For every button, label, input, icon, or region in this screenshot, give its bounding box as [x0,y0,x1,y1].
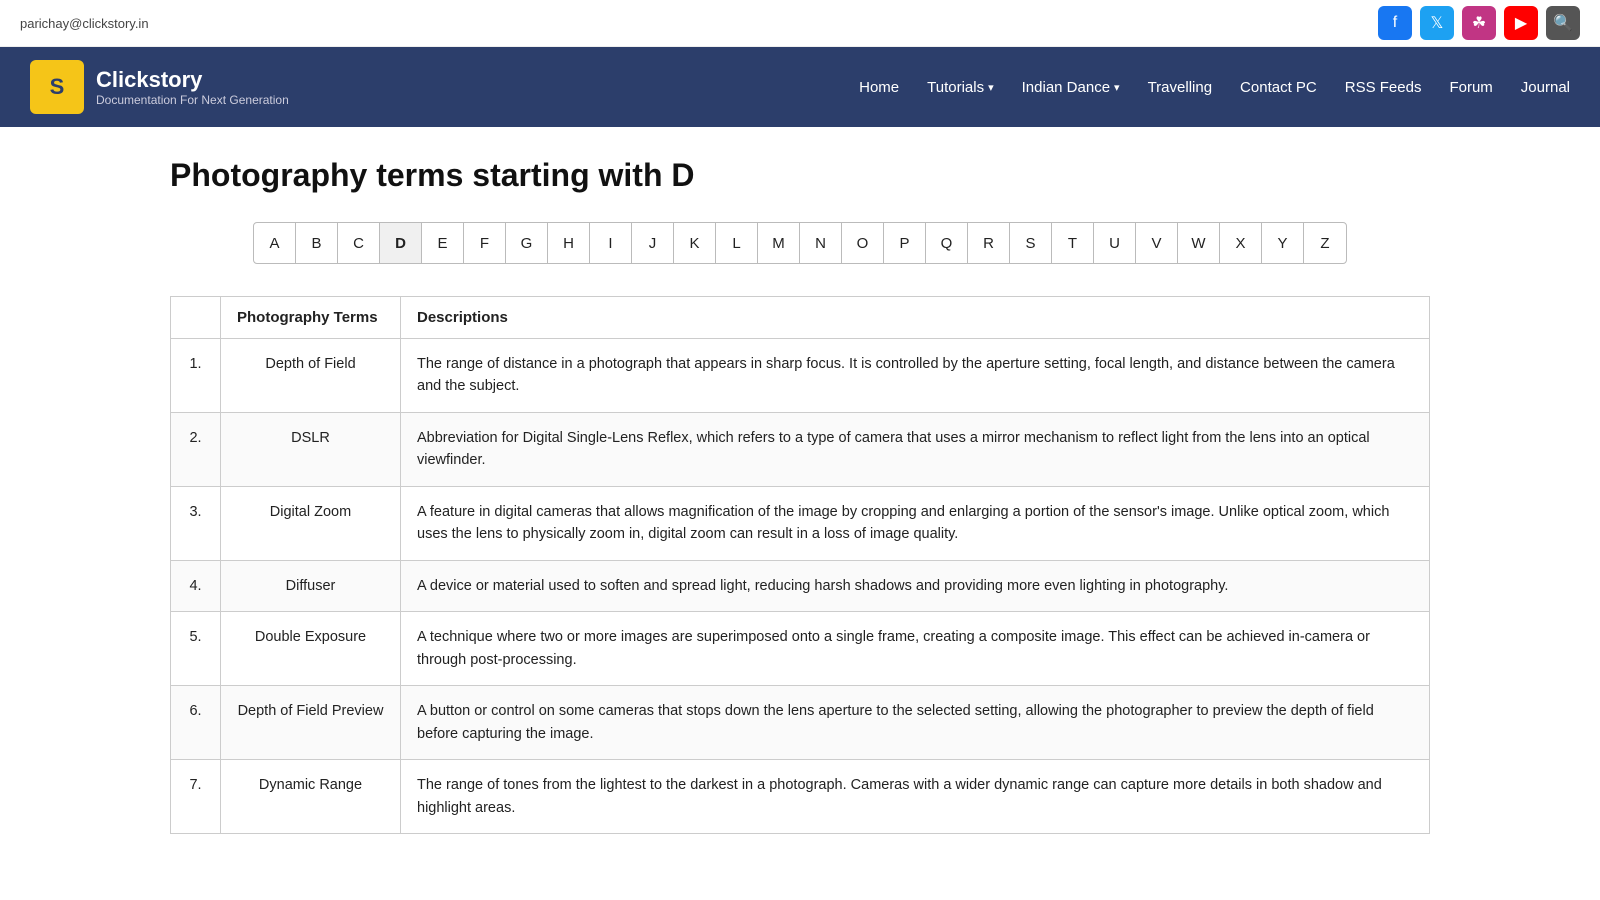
alpha-link-p[interactable]: P [884,223,926,263]
table-row: 1. Depth of Field The range of distance … [171,339,1430,413]
photography-term: Dynamic Range [221,760,401,834]
alpha-link-x[interactable]: X [1220,223,1262,263]
alpha-link-s[interactable]: S [1010,223,1052,263]
alpha-link-v[interactable]: V [1136,223,1178,263]
photography-term: Double Exposure [221,612,401,686]
table-row: 7. Dynamic Range The range of tones from… [171,760,1430,834]
email-address: parichay@clickstory.in [20,16,149,31]
alpha-link-e[interactable]: E [422,223,464,263]
alpha-link-a[interactable]: A [254,223,296,263]
col-number [171,297,221,339]
col-terms: Photography Terms [221,297,401,339]
photography-term: Digital Zoom [221,486,401,560]
photography-term: Depth of Field Preview [221,686,401,760]
term-description: A feature in digital cameras that allows… [401,486,1430,560]
table-row: 6. Depth of Field Preview A button or co… [171,686,1430,760]
alpha-link-z[interactable]: Z [1304,223,1346,263]
term-description: The range of distance in a photograph th… [401,339,1430,413]
svg-text:S: S [50,74,65,99]
alpha-link-t[interactable]: T [1052,223,1094,263]
alpha-link-y[interactable]: Y [1262,223,1304,263]
nav-item-rss[interactable]: RSS Feeds [1345,79,1422,96]
photography-term: Diffuser [221,560,401,611]
site-subtitle: Documentation For Next Generation [96,93,289,107]
nav-header: S Clickstory Documentation For Next Gene… [0,47,1600,127]
logo-box: S [30,60,84,114]
alpha-link-i[interactable]: I [590,223,632,263]
youtube-icon[interactable]: ▶ [1504,6,1538,40]
alphabet-nav: ABCDEFGHIJKLMNOPQRSTUVWXYZ [253,222,1347,264]
alpha-link-k[interactable]: K [674,223,716,263]
alpha-link-n[interactable]: N [800,223,842,263]
photography-term: Depth of Field [221,339,401,413]
table-row: 5. Double Exposure A technique where two… [171,612,1430,686]
page-title: Photography terms starting with D [170,157,1430,194]
logo-link[interactable]: S Clickstory Documentation For Next Gene… [30,60,289,114]
alpha-link-o[interactable]: O [842,223,884,263]
table-row: 3. Digital Zoom A feature in digital cam… [171,486,1430,560]
social-icons-group: f 𝕏 ☘ ▶ 🔍 [1378,6,1580,40]
alpha-link-f[interactable]: F [464,223,506,263]
alpha-link-r[interactable]: R [968,223,1010,263]
row-number: 1. [171,339,221,413]
alpha-link-m[interactable]: M [758,223,800,263]
row-number: 6. [171,686,221,760]
term-description: A technique where two or more images are… [401,612,1430,686]
table-row: 4. Diffuser A device or material used to… [171,560,1430,611]
chevron-down-icon: ▾ [1114,81,1120,94]
term-description: Abbreviation for Digital Single-Lens Ref… [401,412,1430,486]
alpha-link-b[interactable]: B [296,223,338,263]
alpha-link-d[interactable]: D [380,223,422,263]
search-icon[interactable]: 🔍 [1546,6,1580,40]
row-number: 2. [171,412,221,486]
twitter-icon[interactable]: 𝕏 [1420,6,1454,40]
instagram-icon[interactable]: ☘ [1462,6,1496,40]
nav-item-home[interactable]: Home [859,79,899,96]
photography-term: DSLR [221,412,401,486]
alpha-link-u[interactable]: U [1094,223,1136,263]
nav-item-contact[interactable]: Contact PC [1240,79,1317,96]
row-number: 5. [171,612,221,686]
logo-icon: S [38,68,76,106]
nav-links: Home Tutorials ▾ Indian Dance ▾ Travelli… [859,79,1570,96]
alpha-link-c[interactable]: C [338,223,380,263]
row-number: 4. [171,560,221,611]
nav-item-forum[interactable]: Forum [1449,79,1492,96]
col-descriptions: Descriptions [401,297,1430,339]
site-title: Clickstory [96,67,289,93]
chevron-down-icon: ▾ [988,81,994,94]
nav-item-tutorials[interactable]: Tutorials ▾ [927,79,994,96]
table-header-row: Photography Terms Descriptions [171,297,1430,339]
main-content: Photography terms starting with D ABCDEF… [130,127,1470,864]
row-number: 3. [171,486,221,560]
table-row: 2. DSLR Abbreviation for Digital Single-… [171,412,1430,486]
facebook-icon[interactable]: f [1378,6,1412,40]
term-description: A device or material used to soften and … [401,560,1430,611]
alpha-link-q[interactable]: Q [926,223,968,263]
alpha-link-g[interactable]: G [506,223,548,263]
alpha-link-j[interactable]: J [632,223,674,263]
nav-item-indian-dance[interactable]: Indian Dance ▾ [1022,79,1120,96]
alpha-link-w[interactable]: W [1178,223,1220,263]
top-bar: parichay@clickstory.in f 𝕏 ☘ ▶ 🔍 [0,0,1600,47]
alpha-link-l[interactable]: L [716,223,758,263]
term-description: The range of tones from the lightest to … [401,760,1430,834]
nav-item-journal[interactable]: Journal [1521,79,1570,96]
terms-table: Photography Terms Descriptions 1. Depth … [170,296,1430,834]
alpha-link-h[interactable]: H [548,223,590,263]
row-number: 7. [171,760,221,834]
nav-item-travelling[interactable]: Travelling [1148,79,1212,96]
term-description: A button or control on some cameras that… [401,686,1430,760]
logo-text: Clickstory Documentation For Next Genera… [96,67,289,107]
